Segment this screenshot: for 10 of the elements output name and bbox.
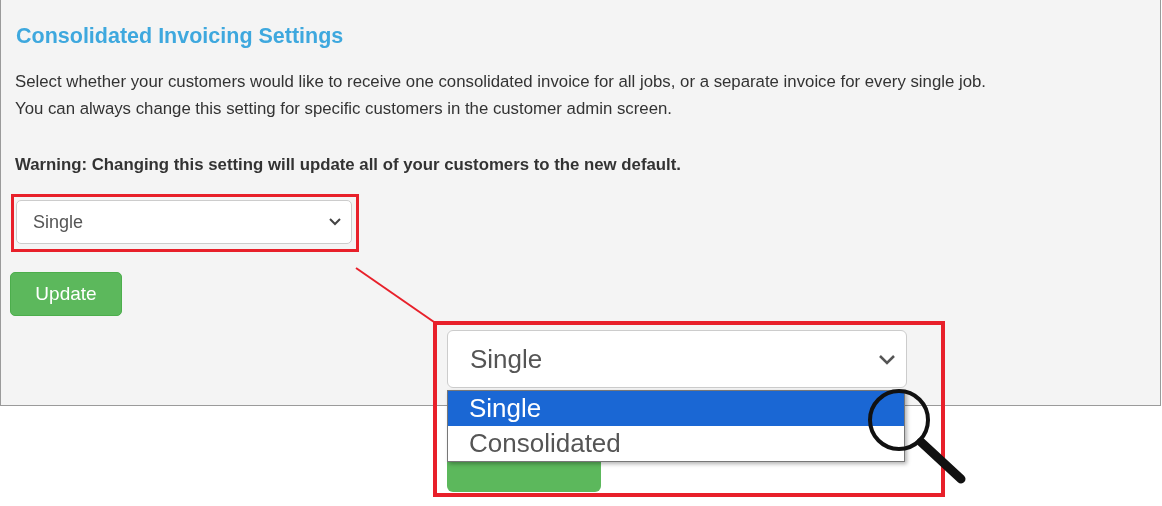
section-title: Consolidated Invoicing Settings <box>16 23 345 50</box>
description-text: You can always change this setting for specific customers in the customer admin screen. <box>15 98 673 120</box>
chevron-down-icon <box>878 353 896 365</box>
description-text: Select whether your customers would like to receive one consolidated invoice for all jobs, or a separate invoice for every single job. <box>15 71 988 93</box>
dropdown-option[interactable]: Consolidated <box>448 426 904 461</box>
chevron-down-icon <box>329 218 341 226</box>
warning-text: Warning: Changing this setting will update all of your customers to the new default. <box>15 154 682 176</box>
dropdown-option[interactable]: Single <box>448 391 904 426</box>
invoice-type-select[interactable]: Single <box>447 330 907 388</box>
invoice-type-select[interactable]: Single <box>16 200 352 244</box>
